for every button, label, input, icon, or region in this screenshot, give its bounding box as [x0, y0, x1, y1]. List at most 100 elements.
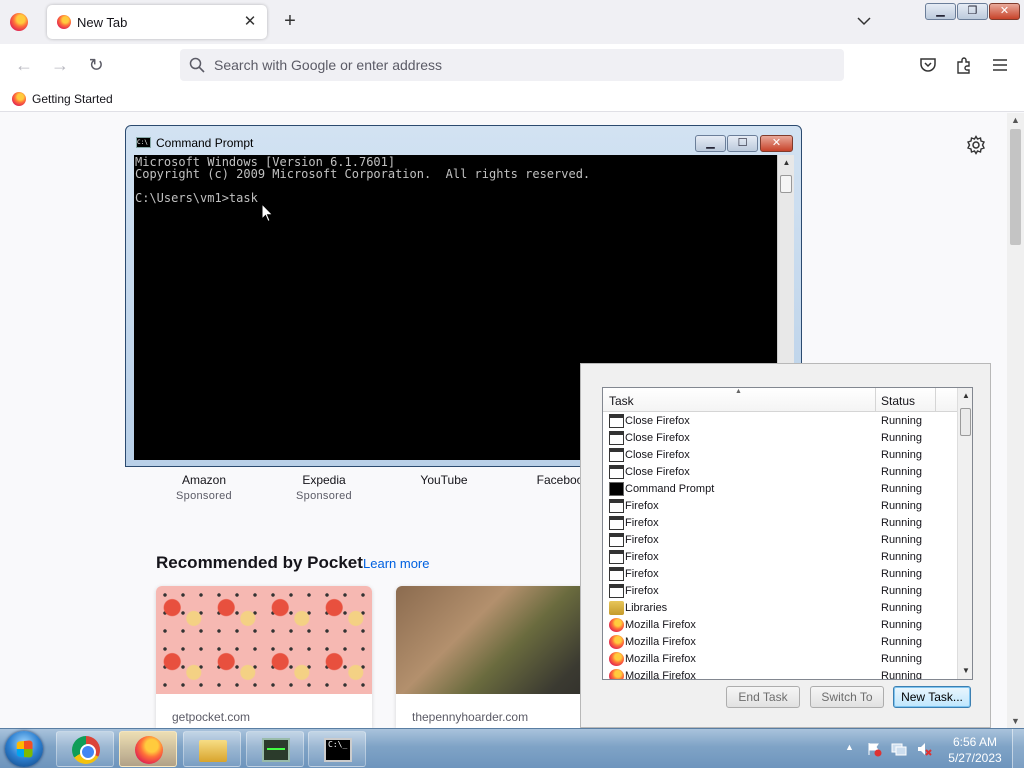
new-task-button[interactable]: New Task...	[893, 686, 971, 708]
taskbar-task-manager[interactable]	[246, 731, 304, 767]
start-button[interactable]	[5, 731, 43, 767]
column-header-status[interactable]: Status	[881, 394, 915, 408]
window-icon	[609, 431, 624, 445]
clock-date[interactable]: 5/27/2023	[945, 751, 1005, 765]
task-list[interactable]: ▲ Task Status Close Firefox Running Close …	[602, 387, 973, 680]
scroll-up-arrow-icon[interactable]: ▲	[958, 388, 972, 404]
app-menu-hamburger-icon[interactable]	[990, 55, 1010, 75]
show-desktop-button[interactable]	[1012, 729, 1024, 768]
shortcut-expedia[interactable]: Expedia Sponsored	[264, 473, 384, 502]
taskmgr-icon	[262, 738, 290, 762]
show-hidden-icons-chevron-up-icon[interactable]: ▲	[845, 742, 854, 752]
table-row[interactable]: Firefox Running	[603, 583, 957, 600]
table-row[interactable]: Close Firefox Running	[603, 413, 957, 430]
pocket-learn-more-link[interactable]: Learn more	[363, 556, 429, 571]
window-icon	[609, 550, 624, 564]
pocket-card[interactable]: getpocket.com	[156, 586, 372, 728]
switch-to-button[interactable]: Switch To	[810, 686, 884, 708]
task-name: Mozilla Firefox	[625, 636, 696, 648]
close-window-button[interactable]: ✕	[760, 135, 793, 152]
task-name: Close Firefox	[625, 466, 690, 478]
table-row[interactable]: Close Firefox Running	[603, 447, 957, 464]
shortcut-name: YouTube	[420, 473, 468, 487]
taskbar-explorer[interactable]	[183, 731, 241, 767]
scroll-down-arrow-icon[interactable]: ▼	[958, 663, 972, 679]
back-arrow-icon[interactable]: ←	[12, 53, 36, 77]
minimize-button[interactable]: ▁	[925, 3, 956, 20]
task-status: Running	[881, 466, 922, 478]
window-icon	[609, 584, 624, 598]
forward-arrow-icon[interactable]: →	[48, 53, 72, 77]
tab-title: New Tab	[77, 15, 128, 30]
scrollbar-thumb[interactable]	[1010, 129, 1021, 245]
table-row[interactable]: Firefox Running	[603, 515, 957, 532]
network-icon[interactable]	[891, 741, 907, 757]
task-status: Running	[881, 653, 922, 665]
list-all-tabs-chevron-down-icon[interactable]	[855, 12, 873, 30]
window-icon	[609, 465, 624, 479]
address-input[interactable]	[214, 49, 814, 81]
table-row[interactable]: Mozilla Firefox Running	[603, 668, 957, 680]
task-rows: Close Firefox Running Close Firefox Running…	[603, 413, 957, 680]
pocket-icon[interactable]	[918, 55, 938, 75]
task-list-scrollbar[interactable]: ▲ ▼	[957, 388, 972, 679]
taskbar-cmd[interactable]: C:\_	[308, 731, 366, 767]
task-name: Mozilla Firefox	[625, 670, 696, 680]
table-row[interactable]: Mozilla Firefox Running	[603, 651, 957, 668]
action-center-flag-icon[interactable]	[866, 741, 882, 757]
maximize-button[interactable]: ☐	[727, 135, 758, 152]
clock-time[interactable]: 6:56 AM	[945, 735, 1005, 749]
minimize-button[interactable]: ▁	[695, 135, 726, 152]
table-row[interactable]: Libraries Running	[603, 600, 957, 617]
table-row[interactable]: Firefox Running	[603, 498, 957, 515]
task-name: Mozilla Firefox	[625, 619, 696, 631]
scrollbar-thumb[interactable]	[960, 408, 971, 436]
bookmark-getting-started[interactable]: Getting Started	[32, 92, 113, 106]
table-row[interactable]: Close Firefox Running	[603, 464, 957, 481]
window-icon	[609, 516, 624, 530]
column-header-task[interactable]: Task	[609, 394, 634, 408]
task-name: Command Prompt	[625, 483, 715, 495]
table-row[interactable]: Mozilla Firefox Running	[603, 617, 957, 634]
task-list-header: ▲ Task Status	[603, 388, 957, 412]
column-divider	[875, 388, 876, 412]
window-title: Command Prompt	[156, 136, 254, 150]
explorer-icon	[199, 740, 227, 762]
table-row[interactable]: Firefox Running	[603, 566, 957, 583]
scroll-up-arrow-icon[interactable]: ▲	[1007, 113, 1024, 127]
table-row[interactable]: Close Firefox Running	[603, 430, 957, 447]
volume-muted-icon[interactable]	[916, 741, 932, 757]
task-name: Close Firefox	[625, 449, 690, 461]
gear-icon[interactable]	[966, 135, 986, 155]
task-status: Running	[881, 670, 922, 680]
table-row[interactable]: Mozilla Firefox Running	[603, 634, 957, 651]
end-task-button[interactable]: End Task	[726, 686, 800, 708]
taskbar-firefox[interactable]	[119, 731, 177, 767]
scrollbar-thumb[interactable]	[780, 175, 792, 193]
window-icon	[609, 533, 624, 547]
shortcut-amazon[interactable]: Amazon Sponsored	[144, 473, 264, 502]
firefox-logo-icon[interactable]	[10, 13, 28, 31]
restore-button[interactable]: ❐	[957, 3, 988, 20]
task-name: Firefox	[625, 585, 659, 597]
tab-strip: New Tab ✕ + ▁ ❐ ✕	[0, 0, 1024, 44]
tab-close-icon[interactable]: ✕	[241, 13, 259, 31]
new-tab-button[interactable]: +	[279, 10, 301, 32]
table-row[interactable]: Firefox Running	[603, 532, 957, 549]
address-bar[interactable]	[180, 49, 844, 81]
task-name: Firefox	[625, 500, 659, 512]
task-status: Running	[881, 432, 922, 444]
shortcut-youtube[interactable]: YouTube	[384, 473, 504, 487]
taskbar-chrome[interactable]	[56, 731, 114, 767]
task-status: Running	[881, 568, 922, 580]
tab-new-tab[interactable]: New Tab ✕	[47, 5, 267, 39]
window-icon	[609, 567, 624, 581]
close-window-button[interactable]: ✕	[989, 3, 1020, 20]
table-row[interactable]: Firefox Running	[603, 549, 957, 566]
page-scrollbar[interactable]: ▲ ▼	[1007, 113, 1024, 728]
table-row[interactable]: Command Prompt Running	[603, 481, 957, 498]
scroll-up-arrow-icon[interactable]: ▲	[778, 155, 795, 171]
reload-icon[interactable]: ↻	[84, 53, 108, 77]
scroll-down-arrow-icon[interactable]: ▼	[1007, 714, 1024, 728]
extensions-puzzle-icon[interactable]	[954, 55, 974, 75]
